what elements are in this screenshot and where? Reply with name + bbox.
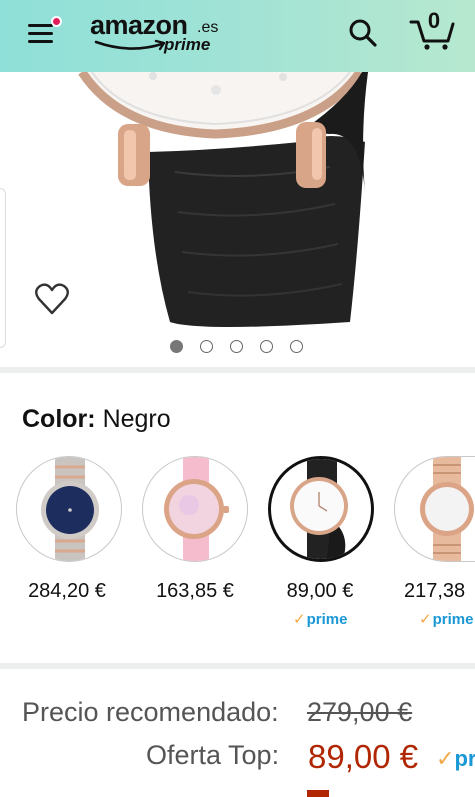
notification-dot [51, 16, 62, 27]
color-option-swatch[interactable] [16, 456, 122, 562]
carousel-dot[interactable] [170, 340, 183, 353]
amazon-smile-icon [94, 39, 166, 51]
section-divider [0, 367, 475, 373]
heart-outline-icon [35, 283, 69, 315]
hamburger-menu-icon-bar [28, 40, 53, 43]
offer-price-value: 89,00 € [308, 738, 419, 775]
product-image-carousel[interactable] [0, 72, 475, 367]
product-image [78, 72, 368, 327]
recommended-price-value: 279,00 € [307, 697, 413, 727]
color-label: Color: [22, 405, 96, 433]
color-selected-value: Negro [102, 405, 171, 433]
carousel-pagination [170, 340, 303, 356]
image-side-handle[interactable] [0, 188, 6, 348]
prime-badge: ✓prime [293, 610, 347, 628]
cart-count: 0 [427, 8, 441, 33]
color-option-swatch[interactable] [142, 456, 248, 562]
carousel-dot[interactable] [260, 340, 273, 353]
savings-text-peek [307, 790, 329, 797]
offer-price-label: Oferta Top: [146, 740, 280, 770]
color-option-swatch[interactable] [394, 456, 475, 562]
prime-check-icon: ✓ [436, 746, 455, 771]
amazon-prime-logo[interactable]: amazon .es prime [90, 10, 230, 58]
prime-check-icon: ✓ [293, 611, 306, 628]
top-header: amazon .es prime 0 [0, 0, 475, 72]
color-option-price: 284,20 € [28, 580, 106, 602]
watch-thumbnail [41, 457, 99, 561]
logo-prime: prime [164, 35, 211, 54]
prime-badge-text: prime [306, 611, 348, 628]
prime-badge-text: prime [432, 611, 474, 628]
offer-prime-badge: ✓pr [436, 746, 475, 772]
hamburger-menu-button[interactable] [22, 16, 62, 50]
carousel-dot[interactable] [290, 340, 303, 353]
color-option-price: 163,85 € [156, 580, 234, 602]
carousel-dot[interactable] [230, 340, 243, 353]
carousel-dot[interactable] [200, 340, 213, 353]
color-option-price: 217,38 [404, 580, 466, 602]
hamburger-menu-icon-bar [28, 32, 53, 35]
wishlist-button[interactable] [34, 282, 70, 316]
recommended-price-label: Precio recomendado: [22, 697, 279, 727]
color-option-price: 89,00 € [286, 580, 354, 602]
section-divider [0, 663, 475, 669]
color-heading: Color: Negro [22, 405, 171, 434]
prime-badge: ✓prime [419, 610, 473, 628]
search-icon [349, 19, 377, 47]
hamburger-menu-icon [28, 24, 53, 27]
watch-thumbnail [164, 457, 229, 561]
prime-check-icon: ✓ [419, 611, 432, 628]
watch-thumbnail [420, 457, 474, 561]
search-button[interactable] [346, 16, 380, 50]
cart-button[interactable]: 0 [408, 8, 458, 52]
watch-thumbnail [290, 459, 348, 559]
offer-prime-text: pr [454, 746, 475, 771]
color-option-swatch-selected[interactable] [268, 456, 374, 562]
